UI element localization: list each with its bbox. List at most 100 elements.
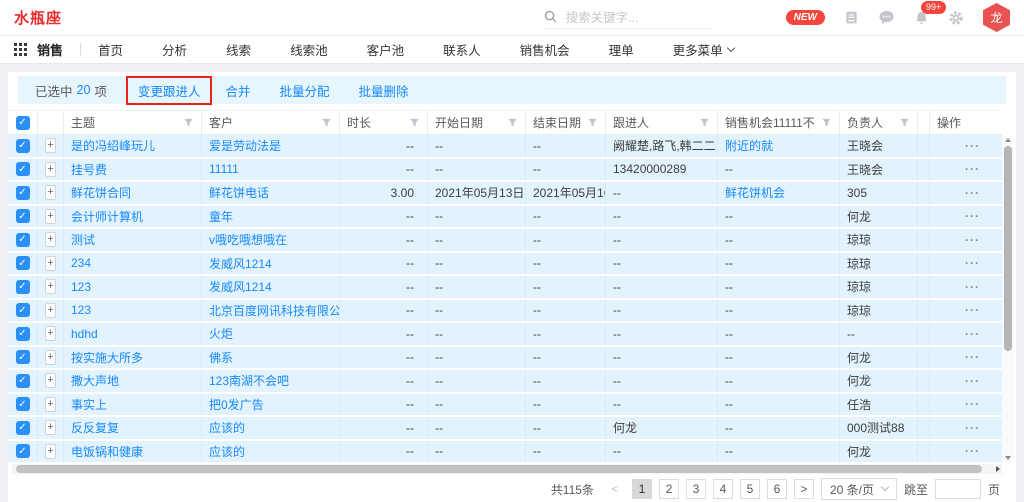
- row-checkbox[interactable]: ✓: [16, 280, 30, 294]
- page-number-button[interactable]: 2: [659, 479, 679, 499]
- row-more-actions-button[interactable]: ···: [965, 374, 980, 388]
- expand-row-button[interactable]: +: [45, 256, 56, 271]
- row-customer-link[interactable]: 爱是劳动法是: [202, 135, 340, 157]
- user-avatar[interactable]: 龙: [983, 3, 1010, 32]
- expand-row-button[interactable]: +: [45, 303, 56, 318]
- filter-icon[interactable]: [321, 117, 332, 128]
- nav-item[interactable]: 理单: [609, 40, 634, 59]
- horizontal-scrollbar[interactable]: [12, 464, 1002, 474]
- row-customer-link[interactable]: 北京百度网讯科技有限公司: [202, 300, 340, 322]
- select-all-checkbox[interactable]: ✓: [16, 116, 30, 130]
- table-row[interactable]: ✓+鲜花饼合同鲜花饼电话3.002021年05月13日2021年05月16日--…: [8, 182, 1002, 204]
- page-number-button[interactable]: 5: [740, 479, 760, 499]
- row-more-actions-button[interactable]: ···: [965, 162, 980, 176]
- scroll-right-arrow-icon[interactable]: [996, 466, 1000, 472]
- row-topic-link[interactable]: 撒大声地: [64, 370, 202, 392]
- table-row[interactable]: ✓+电饭锅和健康应该的----------何龙···: [8, 441, 1002, 463]
- merge-button[interactable]: 合并: [225, 81, 250, 100]
- table-row[interactable]: ✓+挂号费11111------13420000289--王晓会···: [8, 159, 1002, 181]
- row-customer-link[interactable]: 应该的: [202, 441, 340, 463]
- row-customer-link[interactable]: 发威风1214: [202, 276, 340, 298]
- nav-item[interactable]: 客户池: [367, 40, 405, 59]
- table-row[interactable]: ✓+测试v哦吃哦想哦在----------琼琼···: [8, 229, 1002, 251]
- horizontal-scrollbar-thumb[interactable]: [16, 465, 982, 473]
- notes-icon[interactable]: [844, 10, 859, 25]
- expand-row-button[interactable]: +: [45, 326, 56, 341]
- nav-item[interactable]: 分析: [162, 40, 187, 59]
- row-more-actions-button[interactable]: ···: [965, 397, 980, 411]
- page-number-button[interactable]: 1: [632, 479, 652, 499]
- page-number-button[interactable]: 4: [713, 479, 733, 499]
- filter-icon[interactable]: [409, 117, 420, 128]
- next-page-button[interactable]: >: [794, 479, 814, 499]
- table-row[interactable]: ✓+会计师计算机童年----------何龙···: [8, 206, 1002, 228]
- expand-row-button[interactable]: +: [45, 444, 56, 459]
- row-more-actions-button[interactable]: ···: [965, 327, 980, 341]
- row-more-actions-button[interactable]: ···: [965, 186, 980, 200]
- nav-item[interactable]: 线索池: [290, 40, 328, 59]
- expand-row-button[interactable]: +: [45, 373, 56, 388]
- row-checkbox[interactable]: ✓: [16, 256, 30, 270]
- filter-icon[interactable]: [183, 117, 194, 128]
- row-customer-link[interactable]: 把0发广告: [202, 394, 340, 416]
- filter-icon[interactable]: [507, 117, 518, 128]
- row-customer-link[interactable]: 发威风1214: [202, 253, 340, 275]
- table-row[interactable]: ✓+123发威风1214----------琼琼···: [8, 276, 1002, 298]
- row-more-actions-button[interactable]: ···: [965, 139, 980, 153]
- page-number-button[interactable]: 3: [686, 479, 706, 499]
- nav-item[interactable]: 销售机会: [520, 40, 570, 59]
- row-topic-link[interactable]: 鲜花饼合同: [64, 182, 202, 204]
- more-menu-button[interactable]: 更多菜单: [673, 40, 734, 59]
- vertical-scrollbar[interactable]: [1002, 136, 1014, 462]
- row-topic-link[interactable]: 会计师计算机: [64, 206, 202, 228]
- row-opportunity-link[interactable]: 附近的就: [718, 135, 840, 157]
- global-search-input[interactable]: 搜索关键字...: [544, 7, 712, 29]
- row-opportunity-link[interactable]: 鲜花饼机会: [718, 182, 840, 204]
- jump-to-page-input[interactable]: [935, 479, 981, 499]
- row-checkbox[interactable]: ✓: [16, 350, 30, 364]
- row-more-actions-button[interactable]: ···: [965, 256, 980, 270]
- table-row[interactable]: ✓+hdhd火炬------------···: [8, 323, 1002, 345]
- row-customer-link[interactable]: 童年: [202, 206, 340, 228]
- expand-row-button[interactable]: +: [45, 162, 56, 177]
- row-topic-link[interactable]: 123: [64, 276, 202, 298]
- prev-page-button[interactable]: <: [605, 479, 625, 499]
- table-row[interactable]: ✓+是的冯绍峰玩儿爱是劳动法是------阙耀楚,路飞,韩二二附近的就王晓会··…: [8, 135, 1002, 157]
- row-customer-link[interactable]: 123南湖不会吧: [202, 370, 340, 392]
- scroll-down-arrow-icon[interactable]: [1005, 456, 1011, 460]
- row-topic-link[interactable]: 按实施大所多: [64, 347, 202, 369]
- expand-row-button[interactable]: +: [45, 420, 56, 435]
- row-more-actions-button[interactable]: ···: [965, 444, 980, 458]
- row-topic-link[interactable]: 234: [64, 253, 202, 275]
- row-more-actions-button[interactable]: ···: [965, 280, 980, 294]
- row-checkbox[interactable]: ✓: [16, 233, 30, 247]
- row-customer-link[interactable]: 应该的: [202, 417, 340, 439]
- table-row[interactable]: ✓+撒大声地123南湖不会吧----------何龙···: [8, 370, 1002, 392]
- filter-icon[interactable]: [587, 117, 598, 128]
- row-topic-link[interactable]: 挂号费: [64, 159, 202, 181]
- vertical-scrollbar-thumb[interactable]: [1004, 146, 1012, 351]
- row-checkbox[interactable]: ✓: [16, 209, 30, 223]
- row-customer-link[interactable]: 11111: [202, 159, 340, 181]
- table-row[interactable]: ✓+反反复复应该的------何龙--000测试88···: [8, 417, 1002, 439]
- table-row[interactable]: ✓+123北京百度网讯科技有限公司----------琼琼···: [8, 300, 1002, 322]
- bulk-delete-button[interactable]: 批量删除: [358, 81, 408, 100]
- scroll-up-arrow-icon[interactable]: [1005, 138, 1011, 142]
- expand-row-button[interactable]: +: [45, 350, 56, 365]
- row-more-actions-button[interactable]: ···: [965, 421, 980, 435]
- row-more-actions-button[interactable]: ···: [965, 233, 980, 247]
- row-customer-link[interactable]: 佛系: [202, 347, 340, 369]
- expand-row-button[interactable]: +: [45, 185, 56, 200]
- expand-row-button[interactable]: +: [45, 138, 56, 153]
- row-topic-link[interactable]: 反反复复: [64, 417, 202, 439]
- filter-icon[interactable]: [899, 117, 910, 128]
- row-customer-link[interactable]: 火炬: [202, 323, 340, 345]
- row-checkbox[interactable]: ✓: [16, 162, 30, 176]
- row-checkbox[interactable]: ✓: [16, 139, 30, 153]
- row-more-actions-button[interactable]: ···: [965, 350, 980, 364]
- change-follower-button[interactable]: 变更跟进人: [138, 85, 201, 99]
- row-more-actions-button[interactable]: ···: [965, 209, 980, 223]
- row-topic-link[interactable]: 电饭锅和健康: [64, 441, 202, 463]
- row-more-actions-button[interactable]: ···: [965, 303, 980, 317]
- messages-icon[interactable]: [878, 10, 895, 25]
